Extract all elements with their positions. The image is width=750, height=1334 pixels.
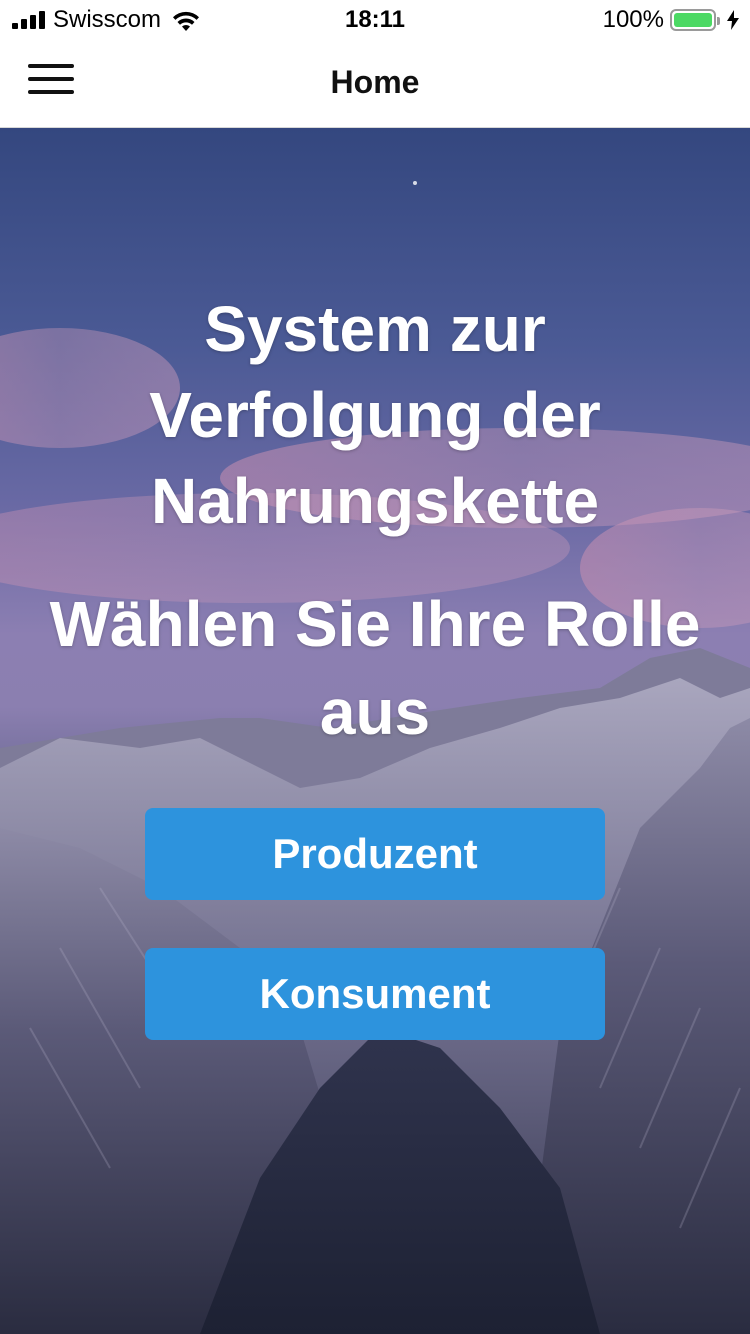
app-screen: Swisscom 18:11 100% Home System zur Verf… [0, 0, 750, 1334]
charging-bolt-icon [727, 10, 739, 30]
status-right: 100% [603, 6, 740, 34]
headline: System zur Verfolgung der Nahrungskette [149, 293, 601, 537]
battery-level [674, 13, 712, 27]
hero-section: System zur Verfolgung der Nahrungskette … [0, 128, 750, 1334]
battery-icon [670, 9, 720, 31]
battery-percent: 100% [602, 6, 664, 33]
hero-content: System zur Verfolgung der Nahrungskette … [0, 128, 750, 1334]
producer-button[interactable]: Produzent [145, 808, 605, 900]
consumer-button[interactable]: Konsument [145, 948, 605, 1040]
role-prompt: Wählen Sie Ihre Rolle aus [49, 588, 701, 748]
nav-bar: Home [0, 40, 750, 128]
page-title: Home [330, 64, 420, 100]
status-bar: Swisscom 18:11 100% [0, 0, 750, 40]
